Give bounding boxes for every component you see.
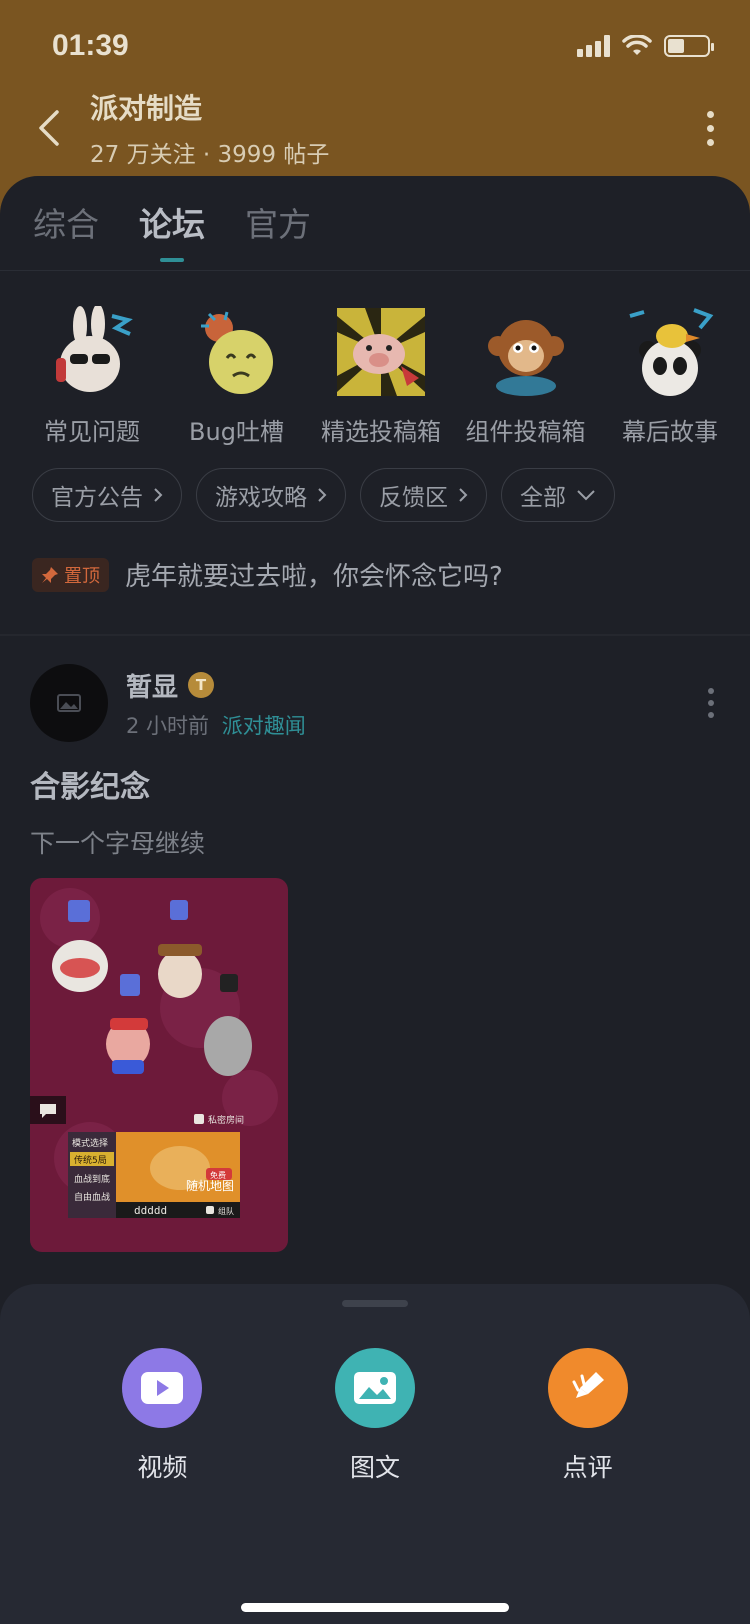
pin-icon [42, 566, 58, 583]
post-topic-tag[interactable]: 派对趣闻 [222, 714, 306, 738]
team-label: 组队 [218, 1206, 234, 1216]
free-badge-label: 免费 [210, 1170, 226, 1180]
chevron-down-icon [577, 490, 595, 501]
room-code-label: ddddd [134, 1204, 167, 1217]
pinned-badge-label: 置顶 [64, 565, 100, 587]
post-image-content: 私密房间 模式选择 传统5局 血战到底 自由血战 随机地图 免费 ddddd 组… [30, 888, 278, 1218]
chip-label: 官方公告 [51, 485, 143, 511]
create-image-post-label: 图文 [349, 1453, 400, 1482]
chevron-right-icon [154, 488, 163, 502]
more-options-button[interactable] [701, 105, 720, 152]
pinned-badge: 置顶 [32, 557, 109, 592]
mode-blood-label: 血战到底 [74, 1173, 110, 1185]
cellular-signal-icon [577, 35, 610, 57]
filter-all-dropdown[interactable]: 全部 [501, 468, 615, 522]
create-video-label: 视频 [137, 1453, 188, 1482]
category-label: 常见问题 [44, 418, 140, 446]
create-actions: 视频 图文 点评 [0, 1348, 750, 1484]
post-image[interactable]: 私密房间 模式选择 传统5局 血战到底 自由血战 随机地图 免费 ddddd 组… [30, 878, 288, 1252]
create-video-button[interactable]: 视频 [92, 1348, 232, 1484]
forum-stats: 27 万关注 · 3999 帖子 [90, 142, 330, 168]
home-indicator [241, 1603, 509, 1612]
forum-title: 派对制造 [90, 92, 203, 125]
pig-sticker-icon [333, 304, 429, 400]
drag-handle[interactable] [342, 1300, 408, 1307]
category-label: 幕后故事 [622, 418, 718, 446]
filter-guides[interactable]: 游戏攻略 [196, 468, 346, 522]
level-badge: T [188, 672, 215, 698]
category-label: 精选投稿箱 [321, 418, 441, 446]
category-behind-scenes[interactable]: 幕后故事 [600, 304, 740, 447]
status-icons [577, 35, 714, 57]
create-image-post-button[interactable]: 图文 [305, 1348, 445, 1484]
status-time: 01:39 [52, 29, 129, 62]
crying-face-sticker-icon [189, 304, 285, 400]
author-line: 暂显 T [126, 667, 306, 704]
forum-title-block: 派对制造 27 万关注 · 3999 帖子 [90, 87, 329, 169]
category-featured[interactable]: 精选投稿箱 [311, 304, 451, 447]
category-component[interactable]: 组件投稿箱 [456, 304, 596, 447]
post-time: 2 小时前 [126, 713, 210, 738]
chip-label: 反馈区 [379, 485, 448, 511]
category-bug[interactable]: Bug吐槽 [167, 304, 307, 447]
image-placeholder-icon [57, 694, 81, 712]
filter-chips: 官方公告 游戏攻略 反馈区 全部 [32, 468, 615, 522]
create-post-panel: 视频 图文 点评 [0, 1284, 750, 1624]
review-pen-icon [547, 1348, 628, 1428]
video-play-icon [122, 1348, 203, 1428]
filter-announcements[interactable]: 官方公告 [32, 468, 182, 522]
chip-label: 全部 [520, 485, 566, 511]
tab-forum[interactable]: 论坛 [139, 198, 205, 262]
author-name[interactable]: 暂显 [126, 667, 178, 704]
author-block: 暂显 T 2 小时前 派对趣闻 [126, 667, 306, 740]
create-review-label: 点评 [562, 1453, 613, 1482]
image-icon [334, 1348, 415, 1428]
filter-feedback[interactable]: 反馈区 [360, 468, 487, 522]
category-faq[interactable]: 常见问题 [22, 304, 162, 447]
monkey-sticker-icon [478, 304, 574, 400]
chevron-right-icon [459, 488, 468, 502]
chevron-right-icon [318, 488, 327, 502]
back-button[interactable] [28, 98, 68, 158]
create-review-button[interactable]: 点评 [518, 1348, 658, 1484]
post-meta: 2 小时前 派对趣闻 [126, 710, 306, 740]
mode-traditional-label: 传统5局 [74, 1154, 107, 1166]
private-room-label: 私密房间 [208, 1114, 244, 1126]
chip-label: 游戏攻略 [215, 485, 307, 511]
chevron-left-icon [39, 110, 59, 146]
panda-sticker-icon [622, 304, 718, 400]
post-description: 下一个字母继续 [30, 829, 206, 858]
tab-official[interactable]: 官方 [245, 198, 311, 262]
pinned-post[interactable]: 置顶 虎年就要过去啦，你会怀念它吗? [32, 556, 503, 593]
pinned-title: 虎年就要过去啦，你会怀念它吗? [125, 562, 503, 592]
post-more-button[interactable] [702, 682, 720, 724]
tab-bar: 综合 论坛 官方 [33, 198, 311, 262]
avatar[interactable] [30, 664, 108, 742]
category-row: 常见问题 Bug吐槽 精选投稿箱 组件投稿箱 幕后故事 [22, 304, 740, 447]
wifi-icon [622, 35, 652, 55]
divider [0, 270, 750, 271]
mode-free-label: 自由血战 [74, 1191, 110, 1203]
rabbit-sticker-icon [44, 304, 140, 400]
category-label: 组件投稿箱 [465, 418, 586, 446]
status-bar: 01:39 [52, 26, 714, 66]
category-label: Bug吐槽 [189, 418, 284, 446]
divider [0, 634, 750, 636]
tab-overview[interactable]: 综合 [33, 198, 99, 262]
post-card[interactable]: 暂显 T 2 小时前 派对趣闻 合影纪念 下一个字母继续 私密房间 模式选择 传… [30, 664, 720, 1252]
post-title: 合影纪念 [30, 770, 150, 805]
forum-nav: 派对制造 27 万关注 · 3999 帖子 [28, 88, 720, 168]
random-map-label: 随机地图 [186, 1178, 234, 1193]
post-header: 暂显 T 2 小时前 派对趣闻 [30, 664, 720, 742]
mode-title-label: 模式选择 [72, 1137, 108, 1149]
battery-icon [664, 35, 714, 57]
